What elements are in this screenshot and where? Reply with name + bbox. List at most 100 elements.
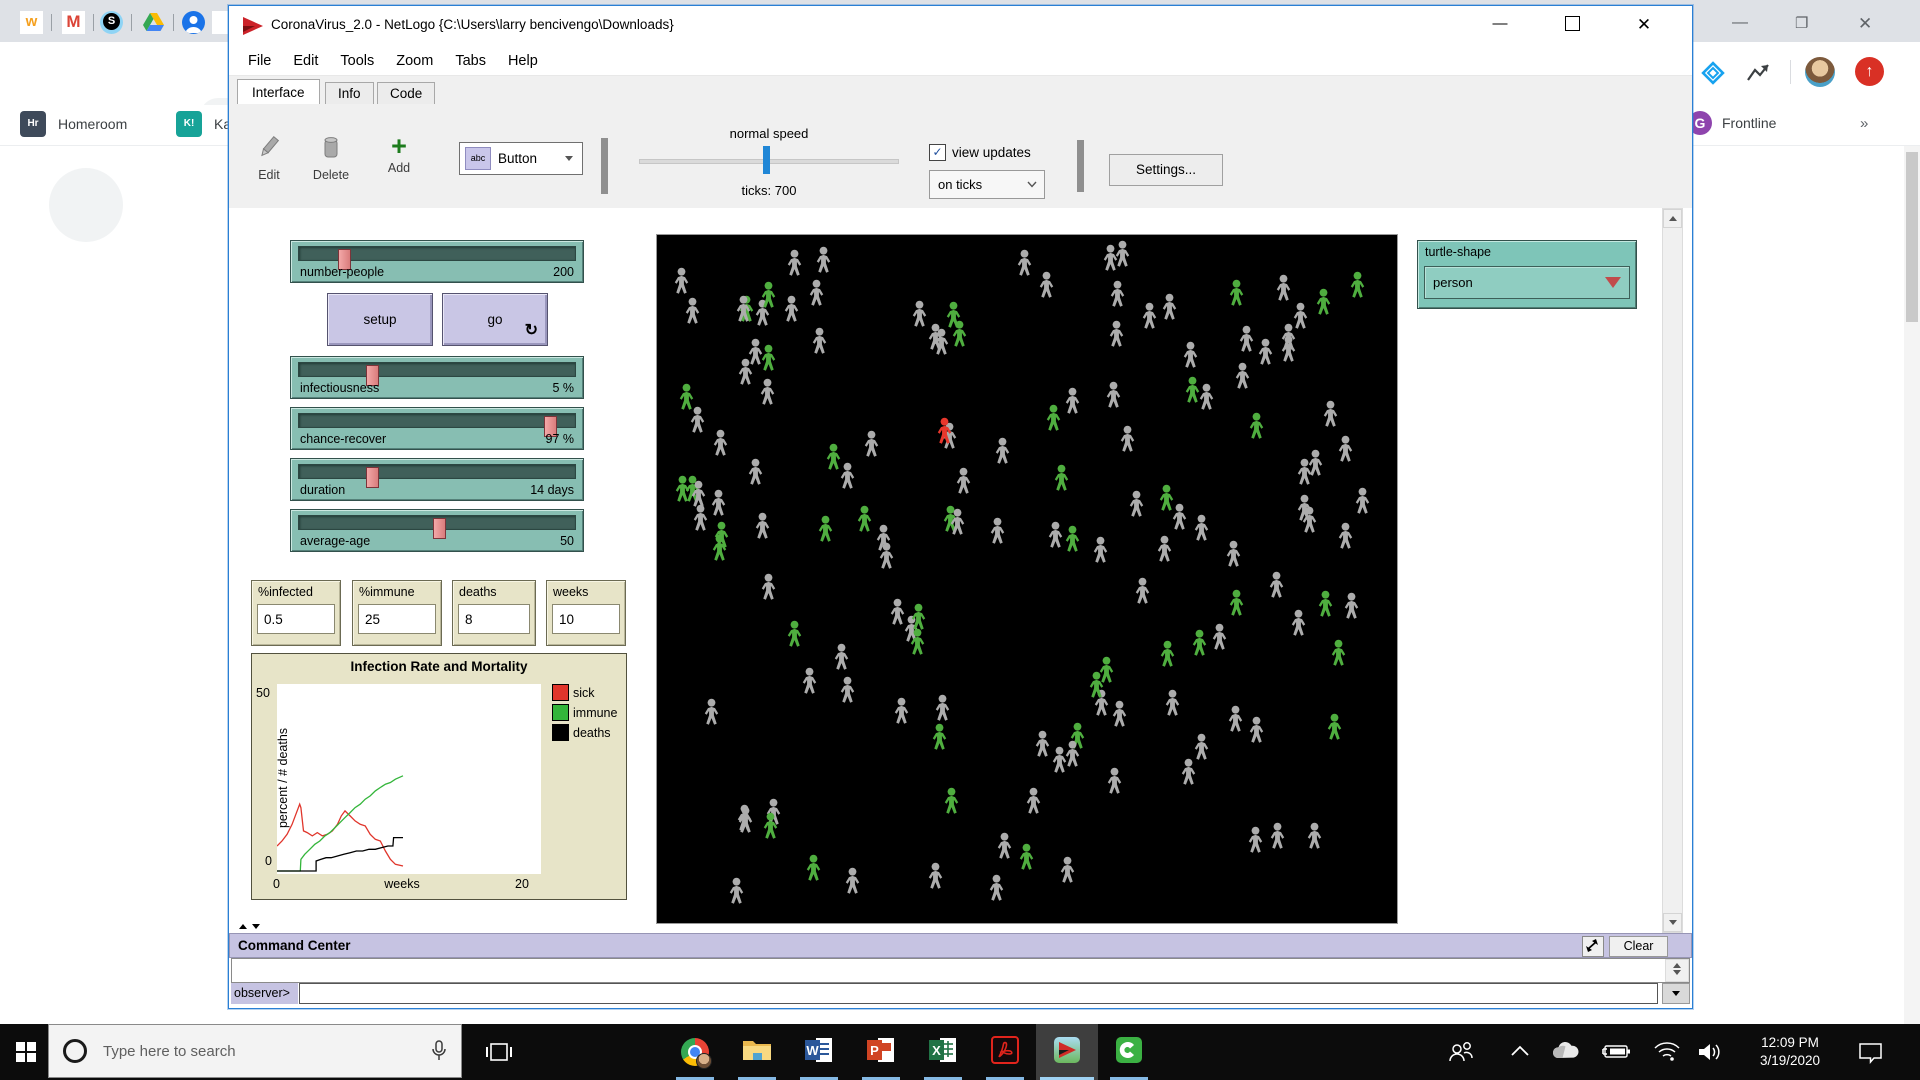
battery-icon[interactable] bbox=[1601, 1043, 1631, 1065]
tab-info[interactable]: Info bbox=[325, 82, 374, 104]
taskbar-app-netlogo[interactable] bbox=[1036, 1024, 1098, 1080]
person-immune bbox=[944, 301, 963, 334]
search-box[interactable]: Type here to search bbox=[48, 1024, 462, 1078]
world-view[interactable] bbox=[656, 234, 1398, 924]
scroll-down-icon[interactable] bbox=[1663, 913, 1682, 932]
menu-tools[interactable]: Tools bbox=[329, 53, 385, 69]
extension-trend-icon[interactable] bbox=[1745, 60, 1773, 86]
wifi-icon[interactable] bbox=[1653, 1040, 1681, 1067]
edit-tool-button[interactable]: Edit bbox=[243, 134, 295, 182]
person-healthy bbox=[1110, 700, 1129, 733]
update-mode-dropdown[interactable]: on ticks bbox=[929, 170, 1045, 199]
maximize-icon[interactable] bbox=[1549, 16, 1595, 36]
weebly-icon[interactable]: w bbox=[20, 11, 43, 34]
person-healthy bbox=[746, 338, 765, 371]
command-input[interactable] bbox=[299, 983, 1658, 1004]
slider-infectiousness[interactable]: infectiousness5 % bbox=[290, 356, 584, 399]
skype-icon[interactable]: S bbox=[100, 11, 123, 34]
bookmark-ka[interactable]: K!Ka bbox=[176, 111, 231, 137]
interface-scrollbar[interactable] bbox=[1662, 208, 1683, 933]
start-button[interactable] bbox=[0, 1024, 48, 1080]
netlogo-logo-icon bbox=[242, 15, 264, 37]
taskbar-app-chrome[interactable] bbox=[664, 1024, 726, 1080]
gmail-icon[interactable]: M bbox=[62, 11, 85, 34]
person-healthy bbox=[759, 573, 778, 606]
drive-icon[interactable] bbox=[142, 11, 165, 34]
slider-chance-recover[interactable]: chance-recover97 % bbox=[290, 407, 584, 450]
tray-chevron-up-icon[interactable] bbox=[1510, 1044, 1530, 1063]
person-healthy bbox=[691, 504, 710, 537]
notification-center-icon[interactable] bbox=[1858, 1041, 1884, 1069]
monitor-infected: %infected0.5 bbox=[251, 580, 341, 646]
bookmarks-overflow-chevron[interactable]: » bbox=[1860, 115, 1868, 132]
onedrive-icon[interactable] bbox=[1550, 1040, 1580, 1067]
netlogo-interface-canvas: number-people200 infectiousness5 % chance-… bbox=[229, 208, 1692, 931]
scroll-up-icon[interactable] bbox=[1663, 209, 1682, 228]
bookmark-homeroom[interactable]: HrHomeroom bbox=[20, 111, 127, 137]
page-scrollbar-thumb[interactable] bbox=[1906, 152, 1918, 322]
slider-labels: number-people200 bbox=[300, 265, 574, 279]
turtle-shape-dropdown[interactable]: person bbox=[1424, 266, 1630, 299]
clear-button[interactable]: Clear bbox=[1609, 936, 1668, 957]
volume-icon[interactable] bbox=[1697, 1040, 1725, 1069]
speed-slider-handle[interactable] bbox=[763, 146, 770, 174]
history-dropdown-button[interactable] bbox=[1662, 983, 1690, 1004]
taskbar-app-excel[interactable]: X bbox=[912, 1024, 974, 1080]
menu-help[interactable]: Help bbox=[497, 53, 549, 69]
person-healthy bbox=[1237, 325, 1256, 358]
slider-average-age[interactable]: average-age50 bbox=[290, 509, 584, 552]
extension-upload-icon[interactable]: ↑ bbox=[1855, 57, 1884, 86]
tab-code[interactable]: Code bbox=[377, 82, 435, 104]
tab-interface[interactable]: Interface bbox=[237, 79, 320, 105]
browser-close-icon[interactable]: ✕ bbox=[1858, 14, 1872, 34]
taskbar-app-powerpoint[interactable]: P bbox=[850, 1024, 912, 1080]
add-tool-button[interactable]: + Add bbox=[373, 134, 425, 175]
slider-duration[interactable]: duration14 days bbox=[290, 458, 584, 501]
people-icon[interactable] bbox=[1448, 1040, 1474, 1069]
delete-tool-button[interactable]: Delete bbox=[305, 134, 357, 182]
browser-avatar[interactable] bbox=[1805, 57, 1835, 87]
window-title: CoronaVirus_2.0 - NetLogo {C:\Users\larr… bbox=[271, 17, 674, 32]
netlogo-titlebar[interactable]: CoronaVirus_2.0 - NetLogo {C:\Users\larr… bbox=[229, 6, 1692, 46]
browser-minimize-icon[interactable]: ― bbox=[1732, 14, 1748, 32]
go-button[interactable]: go ↻ bbox=[442, 293, 548, 346]
extension-diamond-icon[interactable] bbox=[1698, 58, 1728, 88]
bookmark-frontline[interactable]: GFrontline bbox=[1688, 111, 1776, 135]
page-circle-graphic bbox=[49, 168, 123, 242]
account-icon[interactable] bbox=[182, 11, 205, 34]
bookmark-icon: K! bbox=[176, 111, 202, 137]
legend-item-immune: immune bbox=[552, 704, 617, 721]
monitor-label: weeks bbox=[547, 581, 625, 599]
page-scrollbar[interactable] bbox=[1904, 146, 1920, 1024]
menu-zoom[interactable]: Zoom bbox=[385, 53, 444, 69]
menu-edit[interactable]: Edit bbox=[282, 53, 329, 69]
slider-number-people[interactable]: number-people200 bbox=[290, 240, 584, 283]
expand-icon[interactable] bbox=[1582, 936, 1604, 957]
widget-type-dropdown[interactable]: abc Button bbox=[459, 142, 583, 175]
taskbar-app-word[interactable]: W bbox=[788, 1024, 850, 1080]
person-healthy bbox=[1118, 425, 1137, 458]
taskbar-app-camtasia[interactable] bbox=[1098, 1024, 1160, 1080]
settings-button[interactable]: Settings... bbox=[1109, 154, 1223, 186]
menu-file[interactable]: File bbox=[237, 53, 282, 69]
view-updates-checkbox[interactable]: ✓ view updates bbox=[929, 144, 1031, 161]
minimize-icon[interactable]: ― bbox=[1477, 15, 1523, 32]
close-icon[interactable]: ✕ bbox=[1621, 15, 1667, 35]
browser-restore-icon[interactable]: ❐ bbox=[1795, 14, 1808, 32]
x-tick-20: 20 bbox=[515, 877, 529, 891]
person-healthy bbox=[1181, 341, 1200, 374]
command-center-splitter[interactable] bbox=[239, 924, 260, 929]
task-view-icon[interactable] bbox=[486, 1040, 512, 1069]
plot-title: Infection Rate and Mortality bbox=[252, 659, 626, 674]
output-scrollbar[interactable] bbox=[1665, 959, 1689, 982]
setup-button[interactable]: setup bbox=[327, 293, 433, 346]
acrobat-icon bbox=[991, 1036, 1019, 1069]
toolbar-separator bbox=[601, 138, 608, 194]
taskbar-clock[interactable]: 12:09 PM 3/19/2020 bbox=[1742, 1034, 1838, 1070]
taskbar-app-acrobat[interactable] bbox=[974, 1024, 1036, 1080]
person-healthy bbox=[814, 246, 833, 279]
file-explorer-icon bbox=[742, 1037, 772, 1068]
person-healthy bbox=[926, 862, 945, 895]
taskbar-app-file-explorer[interactable] bbox=[726, 1024, 788, 1080]
menu-tabs[interactable]: Tabs bbox=[444, 53, 497, 69]
